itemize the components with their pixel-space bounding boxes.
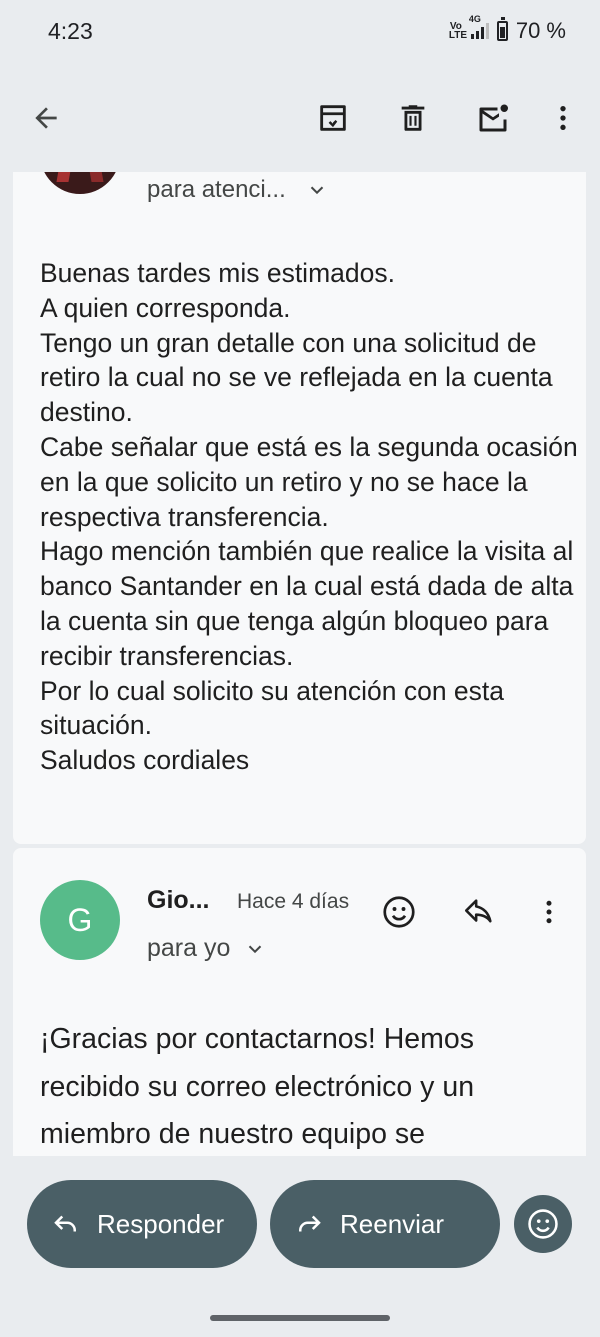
more-options-icon[interactable] bbox=[543, 98, 583, 138]
message-card-1: para atenci... Buenas tardes mis estimad… bbox=[13, 172, 586, 844]
battery-icon bbox=[496, 17, 508, 41]
add-reaction-icon[interactable] bbox=[381, 894, 417, 930]
forward-button[interactable]: Reenviar bbox=[270, 1180, 500, 1268]
recipient-details[interactable]: para yo bbox=[147, 934, 266, 963]
smiley-icon bbox=[528, 1209, 558, 1239]
back-arrow-icon[interactable] bbox=[26, 98, 66, 138]
status-bar: 4:23 Vo LTE 4G 70 % bbox=[0, 0, 600, 68]
mark-unread-icon[interactable] bbox=[473, 98, 513, 138]
status-time: 4:23 bbox=[48, 18, 93, 44]
chevron-down-icon bbox=[310, 186, 323, 195]
signal-icon: 4G bbox=[469, 14, 489, 39]
message-card-2: G Gio... Hace 4 días para yo ¡Gracias po… bbox=[13, 848, 586, 1156]
message-time: Hace 4 días bbox=[237, 890, 350, 913]
status-indicators: Vo LTE 4G 70 % bbox=[448, 14, 566, 44]
avatar[interactable] bbox=[40, 172, 120, 194]
recipient-label: para yo bbox=[147, 934, 231, 962]
chevron-down-icon bbox=[249, 945, 262, 953]
battery-level: 70 % bbox=[515, 18, 566, 43]
top-app-bar bbox=[0, 68, 600, 172]
forward-icon bbox=[299, 1215, 321, 1232]
volte-icon: Vo LTE bbox=[448, 21, 467, 41]
message-body: Buenas tardes mis estimados. A quien cor… bbox=[40, 258, 578, 776]
more-options-icon[interactable] bbox=[531, 894, 567, 930]
reply-icon bbox=[54, 1215, 76, 1232]
recipient-label: para atenci... bbox=[147, 176, 286, 203]
emoji-reaction-button[interactable] bbox=[514, 1195, 572, 1253]
reply-icon[interactable] bbox=[461, 894, 497, 930]
message-body: ¡Gracias por contactarnos! Hemos recibid… bbox=[40, 1023, 475, 1150]
reply-label: Responder bbox=[97, 1208, 225, 1239]
conversation-thread: para atenci... Buenas tardes mis estimad… bbox=[0, 172, 600, 1156]
delete-icon[interactable] bbox=[393, 98, 433, 138]
network-type: 4G bbox=[468, 14, 481, 24]
home-indicator[interactable] bbox=[210, 1315, 390, 1321]
archive-icon[interactable] bbox=[313, 98, 353, 138]
sender-name: Gio... bbox=[147, 886, 210, 914]
forward-label: Reenviar bbox=[340, 1208, 445, 1239]
avatar[interactable]: G bbox=[40, 880, 120, 960]
reply-button[interactable]: Responder bbox=[27, 1180, 257, 1268]
bottom-action-bar: Responder Reenviar bbox=[0, 1156, 600, 1337]
recipient-details[interactable]: para atenci... bbox=[147, 176, 328, 204]
